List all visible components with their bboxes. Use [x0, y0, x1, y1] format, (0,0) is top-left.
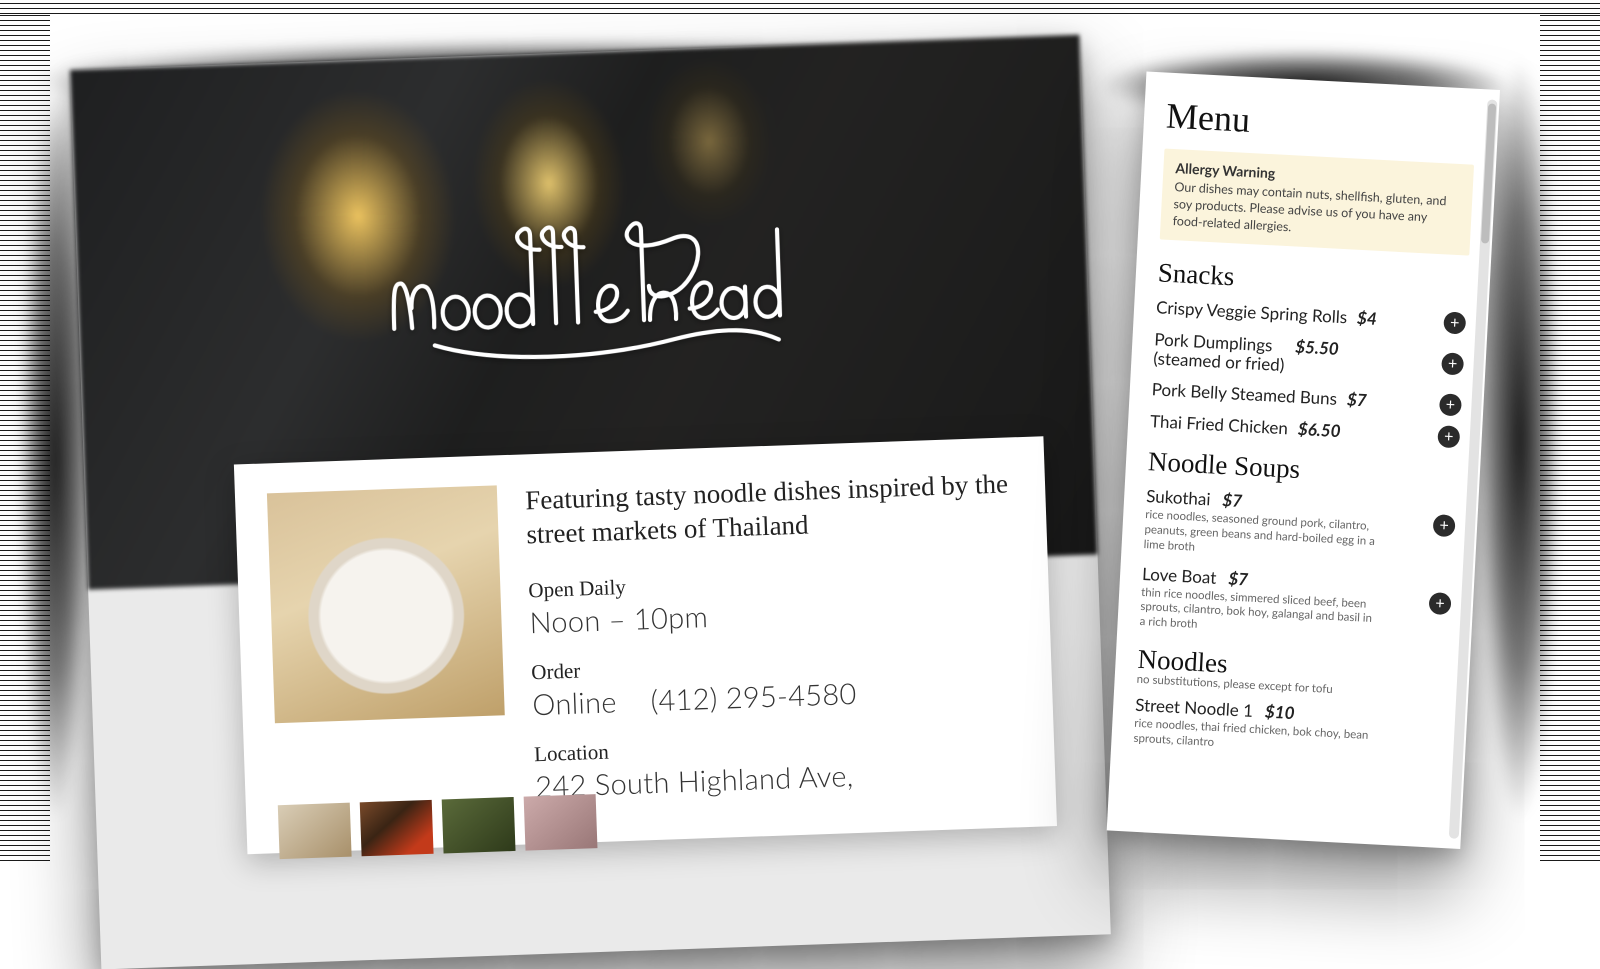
plus-icon: +: [1445, 396, 1455, 412]
item-price: $7: [1228, 567, 1249, 589]
item-price: $4: [1357, 307, 1378, 329]
intro-card: Featuring tasty noodle dishes inspired b…: [234, 436, 1057, 854]
food-thumb[interactable]: [524, 794, 598, 850]
item-desc: rice noodles, thai fried chicken, bok ch…: [1133, 717, 1374, 759]
mobile-menu-card: Menu Allergy Warning Our dishes may cont…: [1107, 71, 1500, 848]
plus-icon: +: [1439, 517, 1449, 533]
item-name: Street Noodle 1: [1135, 695, 1254, 721]
add-item-button[interactable]: +: [1437, 425, 1460, 448]
menu-item: Pork Dumplings (steamed or fried) $5.50 …: [1153, 328, 1465, 384]
item-name: Crispy Veggie Spring Rolls: [1156, 297, 1348, 327]
item-name: Sukothai: [1146, 486, 1211, 509]
desktop-mock-card: Featuring tasty noodle dishes inspired b…: [70, 35, 1111, 969]
food-thumb[interactable]: [360, 800, 434, 856]
order-online-link[interactable]: Online: [532, 684, 617, 722]
item-name: Love Boat: [1142, 563, 1217, 586]
add-item-button[interactable]: +: [1443, 311, 1466, 334]
order-phone[interactable]: (412) 295-4580: [650, 675, 857, 717]
menu-item: Street Noodle 1 $10 rice noodles, thai f…: [1133, 694, 1445, 763]
menu-title: Menu: [1165, 95, 1477, 153]
allergy-warning-box: Allergy Warning Our dishes may contain n…: [1160, 149, 1474, 256]
item-name: Pork Belly Steamed Buns: [1151, 379, 1337, 408]
add-item-button[interactable]: +: [1433, 514, 1456, 537]
menu-item: Sukothai $7 rice noodles, seasoned groun…: [1143, 485, 1456, 569]
plus-icon: +: [1448, 355, 1458, 371]
add-item-button[interactable]: +: [1439, 393, 1462, 416]
plus-icon: +: [1444, 428, 1454, 444]
item-price: $7: [1222, 489, 1243, 511]
tagline: Featuring tasty noodle dishes inspired b…: [525, 467, 1015, 551]
item-desc: thin rice noodles, simmered sliced beef,…: [1139, 585, 1381, 642]
plus-icon: +: [1435, 595, 1445, 611]
thumbnail-row: [278, 794, 598, 859]
food-thumb[interactable]: [278, 803, 352, 859]
food-thumb[interactable]: [442, 797, 516, 853]
food-photo-main: [267, 485, 505, 723]
menu-item: Love Boat $7 thin rice noodles, simmered…: [1139, 562, 1452, 646]
item-desc: rice noodles, seasoned ground pork, cila…: [1143, 508, 1385, 565]
plus-icon: +: [1450, 314, 1460, 330]
item-price: $5.50: [1295, 335, 1340, 358]
item-name: Pork Dumplings (steamed or fried): [1153, 329, 1286, 375]
section-title-snacks: Snacks: [1157, 257, 1468, 304]
add-item-button[interactable]: +: [1429, 592, 1452, 615]
menu-item: Thai Fried Chicken $6.50 +: [1150, 410, 1461, 448]
add-item-button[interactable]: +: [1441, 352, 1464, 375]
menu-item: Pork Belly Steamed Buns $7 +: [1151, 378, 1462, 416]
allergy-text: Our dishes may contain nuts, shellfish, …: [1172, 179, 1460, 245]
item-price: $6.50: [1297, 418, 1341, 441]
section-title-soups: Noodle Soups: [1147, 446, 1458, 493]
item-price: $7: [1346, 389, 1367, 411]
item-name: Thai Fried Chicken: [1150, 411, 1289, 438]
item-price: $10: [1264, 701, 1295, 724]
